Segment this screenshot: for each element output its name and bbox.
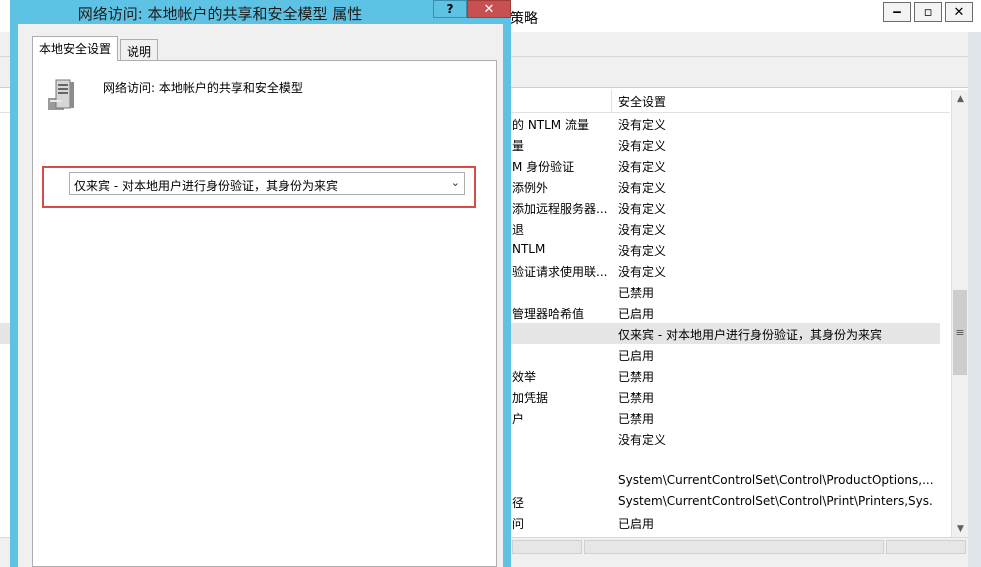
- policy-name-label: 网络访问: 本地帐户的共享和安全模型: [103, 81, 303, 95]
- properties-dialog: 网络访问: 本地帐户的共享和安全模型 属性 ? ✕ 本地安全设置 说明 网络访问…: [10, 0, 511, 567]
- hscroll-track-left[interactable]: [512, 540, 582, 554]
- policy-name-cell: NTLM: [512, 242, 546, 256]
- policy-name-cell: 验证请求使用联...: [512, 265, 608, 279]
- dropdown-selected-value: 仅来宾 - 对本地用户进行身份验证，其身份为来宾: [74, 179, 338, 193]
- maximize-button[interactable]: ▫: [914, 2, 942, 22]
- security-setting-cell: 没有定义: [618, 118, 667, 132]
- window-title: 策略: [510, 11, 538, 27]
- policy-name-cell: 量: [512, 139, 525, 153]
- dialog-titlebar[interactable]: 网络访问: 本地帐户的共享和安全模型 属性 ? ✕: [10, 0, 511, 24]
- policy-name-cell: 管理器哈希值: [512, 307, 585, 321]
- minimize-button[interactable]: ‒: [883, 2, 911, 22]
- policy-name-cell: 效举: [512, 370, 537, 384]
- help-button[interactable]: ?: [433, 0, 467, 18]
- chevron-down-icon[interactable]: ⌄: [451, 176, 460, 189]
- sharing-model-dropdown[interactable]: 仅来宾 - 对本地用户进行身份验证，其身份为来宾 ⌄: [69, 172, 465, 195]
- policy-name-cell: M 身份验证: [512, 160, 575, 174]
- security-setting-cell: 没有定义: [618, 202, 667, 216]
- close-icon: ✕: [953, 4, 965, 20]
- security-setting-cell: 已启用: [618, 349, 655, 363]
- tab-panel: 网络访问: 本地帐户的共享和安全模型 仅来宾 - 对本地用户进行身份验证，其身份…: [32, 60, 497, 567]
- policy-name-cell: 径: [512, 496, 525, 510]
- security-setting-cell: 没有定义: [618, 433, 667, 447]
- maximize-icon: ▫: [923, 4, 933, 20]
- help-icon: ?: [446, 2, 454, 16]
- security-setting-cell: 没有定义: [618, 265, 667, 279]
- window-edge: [968, 32, 981, 567]
- hscroll-thumb[interactable]: [584, 540, 884, 554]
- policy-name-cell: 加凭据: [512, 391, 549, 405]
- security-setting-cell: 仅来宾 - 对本地用户进行身份验证，其身份为来宾: [618, 328, 882, 342]
- security-setting-cell: 没有定义: [618, 181, 667, 195]
- security-setting-cell: 已禁用: [618, 286, 655, 300]
- security-setting-cell: 没有定义: [618, 244, 667, 258]
- security-setting-cell: System\CurrentControlSet\Control\Print\P…: [618, 494, 933, 508]
- dialog-body: 本地安全设置 说明 网络访问: 本地帐户的共享和安全模型 仅来宾 - 对本地用户…: [18, 24, 503, 567]
- column-header-security-setting[interactable]: 安全设置: [618, 93, 666, 110]
- hscroll-track-right[interactable]: [886, 540, 966, 554]
- security-setting-cell: 没有定义: [618, 139, 667, 153]
- tab-local-security-setting[interactable]: 本地安全设置: [32, 36, 119, 61]
- tab-explain[interactable]: 说明: [120, 39, 159, 61]
- security-setting-cell: System\CurrentControlSet\Control\Product…: [618, 473, 933, 487]
- security-setting-cell: 没有定义: [618, 223, 667, 237]
- dialog-title: 网络访问: 本地帐户的共享和安全模型 属性: [77, 5, 363, 23]
- scroll-thumb[interactable]: ≡: [953, 290, 967, 375]
- policy-name-cell: 添加远程服务器...: [512, 202, 608, 216]
- minimize-icon: ‒: [892, 4, 902, 20]
- close-icon: ✕: [483, 1, 495, 17]
- scroll-up-icon[interactable]: ▲: [952, 90, 969, 107]
- security-setting-cell: 已禁用: [618, 370, 655, 384]
- scroll-down-icon[interactable]: ▼: [952, 520, 969, 537]
- security-setting-cell: 没有定义: [618, 160, 667, 174]
- policy-name-cell: 退: [512, 223, 525, 237]
- close-button[interactable]: ✕: [945, 2, 973, 22]
- vertical-scrollbar[interactable]: ▲ ≡ ▼: [951, 90, 969, 537]
- column-separator[interactable]: [611, 90, 612, 112]
- policy-name-cell: 的 NTLM 流量: [512, 118, 589, 132]
- server-policy-icon: [48, 79, 74, 110]
- policy-name-cell: 问: [512, 517, 525, 531]
- security-setting-cell: 已禁用: [618, 412, 655, 426]
- policy-name-cell: 户: [512, 412, 525, 426]
- policy-name-cell: 添例外: [512, 181, 549, 195]
- security-setting-cell: 已禁用: [618, 391, 655, 405]
- security-setting-cell: 已启用: [618, 307, 655, 321]
- security-setting-cell: 已启用: [618, 517, 655, 531]
- dialog-close-button[interactable]: ✕: [467, 0, 511, 18]
